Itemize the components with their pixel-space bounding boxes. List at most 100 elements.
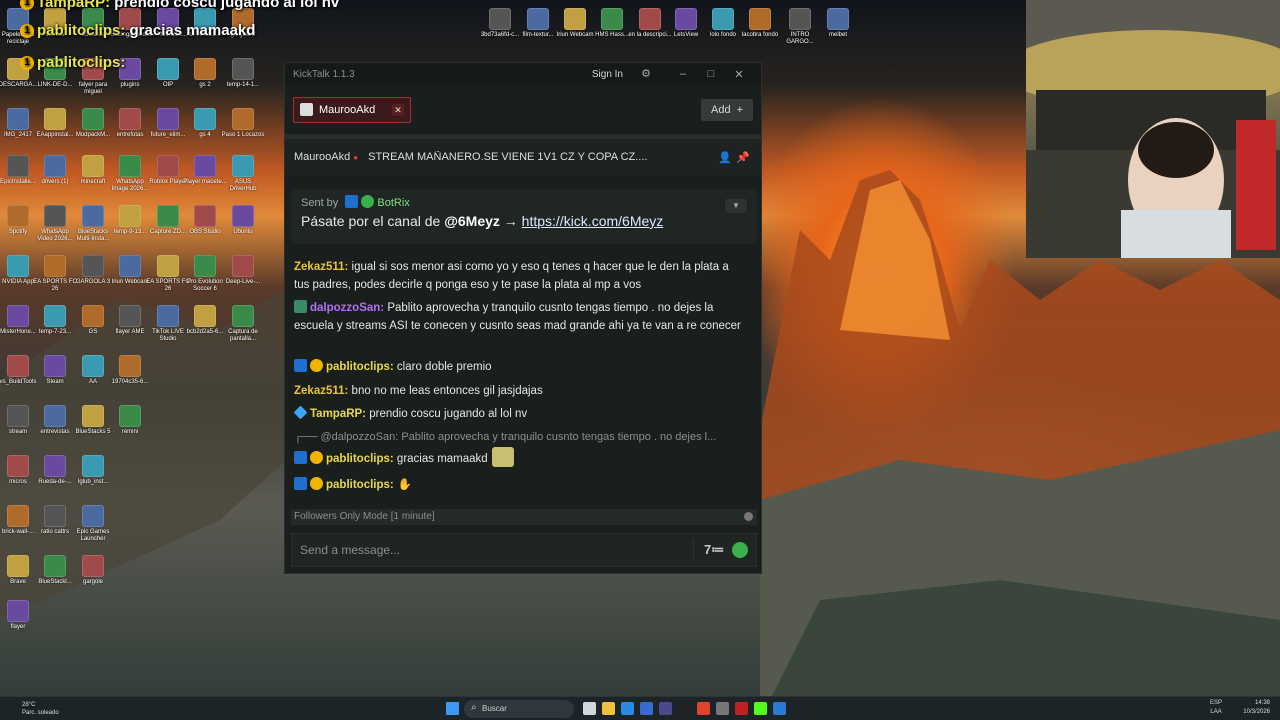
desktop-icon[interactable]: lacobra fondo	[738, 8, 782, 39]
app-icon	[601, 8, 623, 30]
app-icon	[44, 305, 66, 327]
app-icon	[82, 555, 104, 577]
chat-message: pablitoclips: ✋	[294, 476, 746, 494]
user-icon[interactable]: 👤	[716, 151, 734, 164]
emote-image	[491, 447, 514, 467]
app-icon	[194, 58, 216, 80]
taskbar-search[interactable]: Buscar	[464, 700, 574, 718]
app-icon[interactable]	[773, 702, 786, 715]
sign-in-button[interactable]: Sign In	[582, 66, 633, 83]
desktop-icon[interactable]: Iglub_inst...	[71, 455, 115, 486]
chat-area[interactable]: Sent by BotRix Pásate por el canal de @6…	[285, 181, 761, 509]
store-icon[interactable]	[640, 702, 653, 715]
taskview-icon[interactable]	[583, 702, 596, 715]
sub-badge-icon: 1	[20, 56, 34, 71]
app-icon	[7, 205, 29, 227]
chat-username[interactable]: pablitoclips:	[326, 453, 394, 465]
chat-username[interactable]: Zekaz511:	[294, 261, 348, 273]
windows-start-icon[interactable]	[446, 702, 459, 715]
app-icon	[232, 255, 254, 277]
app-icon[interactable]	[678, 702, 691, 715]
app-icon	[119, 108, 141, 130]
app-icon	[194, 155, 216, 177]
desktop-icon[interactable]: Captura de pantalla...	[221, 305, 265, 343]
streamer-name[interactable]: MaurooAkd	[294, 151, 350, 163]
desktop-icon[interactable]: ASUS DriverHub	[221, 155, 265, 193]
desktop-icon[interactable]: Epic Games Launcher	[71, 505, 115, 543]
app-icon[interactable]	[735, 702, 748, 715]
app-icon	[7, 355, 29, 377]
tab-maurooakd[interactable]: MaurooAkd ✕	[293, 96, 411, 123]
system-clock[interactable]: 14:38 10/3/2026	[1243, 699, 1270, 717]
chat-username[interactable]: pablitoclips:	[326, 479, 394, 491]
app-icon	[119, 305, 141, 327]
weather-widget[interactable]: 28°C Parc. soleado	[0, 701, 90, 717]
settings-gear-icon[interactable]: ⚙	[637, 65, 655, 83]
reply-preview[interactable]: ┌── @dalpozzoSan: Pablito aprovecha y tr…	[294, 428, 746, 446]
stream-info-bar: MaurooAkd ● STREAM MAÑANERO.SE VIENE 1V1…	[285, 139, 761, 175]
chevron-down-icon[interactable]: ▼	[725, 199, 747, 213]
desktop-icon-label: ASUS DriverHub	[229, 179, 257, 192]
taskbar: 28°C Parc. soleado Buscar ESP LAA 14:38 …	[0, 696, 1280, 720]
maximize-icon[interactable]: □	[697, 68, 725, 80]
app-icon	[194, 305, 216, 327]
edge-icon[interactable]	[621, 702, 634, 715]
app-icon	[44, 205, 66, 227]
app-icon	[7, 555, 29, 577]
app-icon	[82, 455, 104, 477]
chat-username[interactable]: dalpozzoSan:	[310, 302, 384, 314]
title-bar[interactable]: KickTalk 1.1.3 Sign In ⚙ – □ ✕	[285, 63, 761, 85]
desktop-icon-label: Iglub_inst...	[77, 479, 109, 485]
desktop-icon-label: lacobra fondo	[741, 32, 779, 38]
desktop-icon[interactable]: Ubuntu	[221, 205, 265, 236]
desktop-icon[interactable]: melbet	[816, 8, 860, 39]
app-icon	[119, 155, 141, 177]
desktop-icon[interactable]: Paso 1 Locazos	[221, 108, 265, 139]
desktop-icon[interactable]: gargole	[71, 555, 115, 586]
app-icon	[157, 255, 179, 277]
language-indicator[interactable]: ESP LAA	[1210, 699, 1222, 717]
app-icon	[157, 108, 179, 130]
stream-title: STREAM MAÑANERO.SE VIENE 1V1 CZ Y COPA C…	[368, 151, 648, 163]
seventv-emotes-icon[interactable]: 7≔	[704, 542, 724, 558]
desktop-icon[interactable]: temp-14-1...	[221, 58, 265, 89]
kick-badge-icon	[294, 451, 307, 464]
desktop-icon[interactable]: remini	[108, 405, 152, 436]
desktop-icon[interactable]: flayer	[0, 600, 40, 631]
info-icon[interactable]	[744, 512, 753, 521]
live-indicator-icon: ●	[353, 152, 359, 162]
app-icon[interactable]	[716, 702, 729, 715]
emote-picker-icon[interactable]	[732, 542, 748, 558]
brave-icon[interactable]	[697, 702, 710, 715]
add-channel-button[interactable]: Add +	[700, 98, 753, 121]
app-icon	[7, 600, 29, 622]
close-icon[interactable]: ✕	[725, 68, 753, 81]
app-icon	[232, 205, 254, 227]
chat-username[interactable]: TampaRP:	[310, 408, 366, 420]
app-icon	[82, 108, 104, 130]
kick-app-icon[interactable]	[754, 702, 767, 715]
reply-arrow-icon: ┌──	[294, 431, 321, 443]
sub-badge-icon	[310, 477, 323, 490]
message-input[interactable]	[300, 543, 683, 557]
chat-username[interactable]: pablitoclips:	[326, 361, 394, 373]
desktop-icon[interactable]: 19704c35-6...	[108, 355, 152, 386]
sub-badge-icon: 1	[20, 0, 34, 11]
app-icon[interactable]	[659, 702, 672, 715]
close-tab-icon[interactable]: ✕	[392, 103, 404, 116]
app-icon	[712, 8, 734, 30]
verified-bot-icon	[361, 195, 375, 208]
pin-icon[interactable]: 📌	[734, 151, 752, 164]
pinned-link[interactable]: https://kick.com/6Meyz	[522, 213, 664, 229]
app-icon	[119, 205, 141, 227]
plus-icon: +	[736, 103, 743, 116]
app-icon	[827, 8, 849, 30]
file-explorer-icon[interactable]	[602, 702, 615, 715]
app-icon	[232, 155, 254, 177]
minimize-icon[interactable]: –	[669, 68, 697, 80]
desktop-icon[interactable]: Deep-Live-...	[221, 255, 265, 286]
app-icon	[44, 555, 66, 577]
chat-username[interactable]: Zekaz511:	[294, 385, 348, 397]
desktop-icon-label: Ubuntu	[233, 229, 253, 235]
desktop-icon-label: Epic Games Launcher	[76, 529, 110, 542]
